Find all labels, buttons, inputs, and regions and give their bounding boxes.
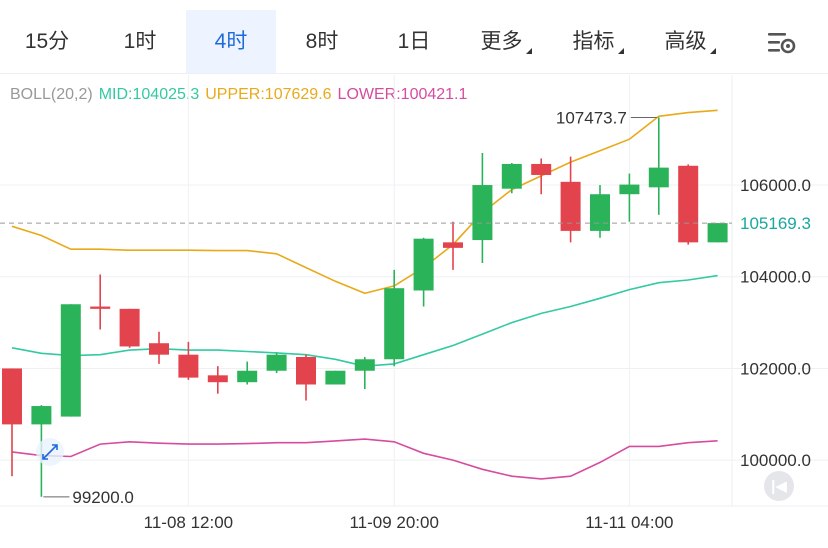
candle-up [31,406,52,425]
min-annotation-label: 99200.0 [72,488,133,507]
candle-down [531,163,552,175]
candle-down [178,354,199,378]
candle-up [60,304,81,417]
candle-up [266,354,287,371]
scroll-to-latest-button[interactable]: |◀ [764,471,794,501]
candle-down [2,368,22,425]
candle-up [325,370,346,385]
candle-down [678,165,699,243]
candle-up [384,288,405,360]
y-tick-label: 102000.0 [740,359,811,378]
boll-mid-line [11,274,718,368]
candle-down [207,375,228,383]
candle-up [707,223,728,243]
candle-up [648,167,669,188]
candle-up [237,370,258,383]
current-price-label: 105169.3 [740,214,811,233]
candle-up [472,185,493,241]
scroll-to-latest-icon: |◀ [771,478,787,495]
boll-upper-line [11,109,718,295]
max-annotation-label: 107473.7 [556,108,627,127]
y-tick-label: 106000.0 [740,176,811,195]
boll-lower-line [11,438,718,480]
x-tick-label: 11-11 04:00 [585,513,673,532]
y-tick-label: 104000.0 [740,268,811,287]
candle-up [619,184,640,195]
candle-up [590,194,610,231]
candle-down [90,306,111,309]
candle-up [413,238,434,291]
candlestick-chart[interactable]: 100000.0 102000.0 104000.0 106000.0 11-08 12… [0,0,828,548]
candle-down [443,242,463,248]
candle-up [501,163,522,189]
y-tick-label: 100000.0 [740,451,811,470]
candle-down [296,356,316,385]
candle-down [119,308,140,347]
candle-up [354,359,375,371]
x-tick-label: 11-09 20:00 [349,513,438,532]
candle-down [149,343,169,355]
x-tick-label: 11-08 12:00 [144,513,233,532]
